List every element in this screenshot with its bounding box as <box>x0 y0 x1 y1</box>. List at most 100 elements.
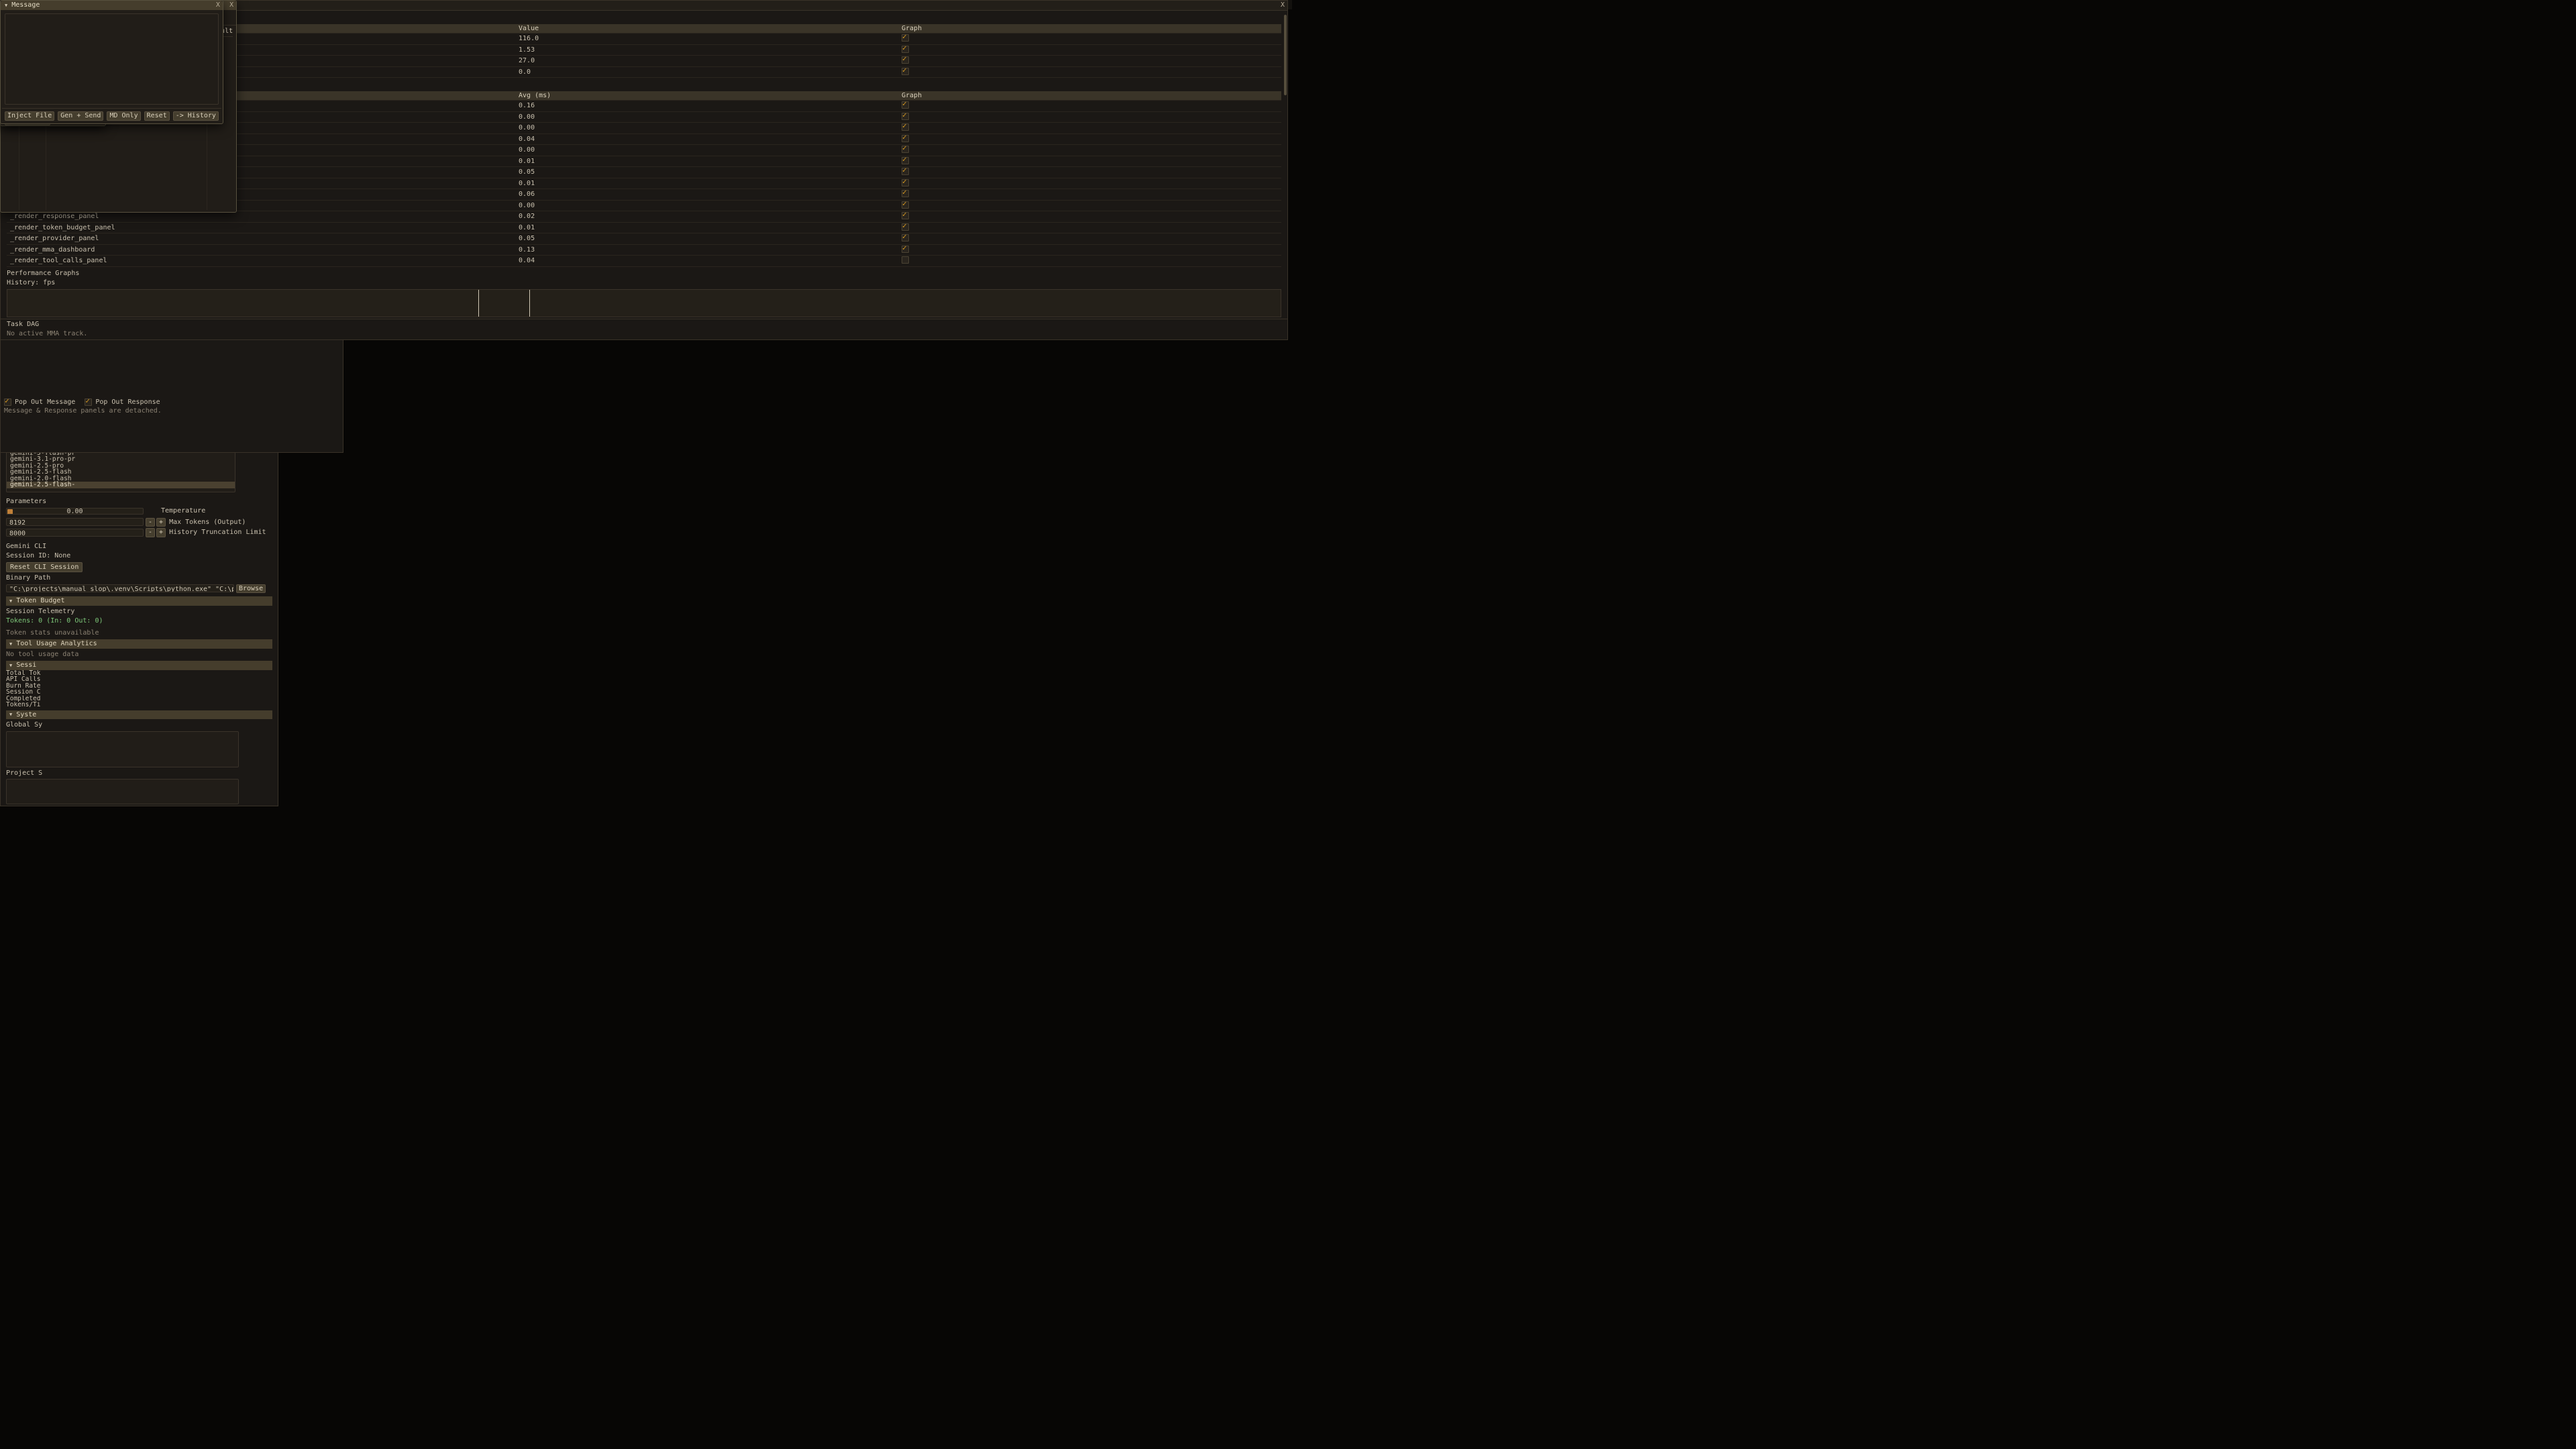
max-tokens-label: Max Tokens (Output) <box>169 519 246 527</box>
diag-graph-cell <box>898 66 1281 78</box>
binary-path-input[interactable]: "C:\projects\manual_slop\.venv\Scripts\p… <box>6 584 234 592</box>
diagnostics-scrollbar[interactable] <box>1284 15 1287 95</box>
graph-toggle-checkbox[interactable] <box>902 190 909 197</box>
session-telemetry-label: Session Telemetry <box>6 608 272 616</box>
max-tokens-input[interactable]: 8192 <box>6 518 144 526</box>
close-icon[interactable]: X <box>216 1 220 10</box>
graph-toggle-checkbox[interactable] <box>902 46 909 53</box>
diag-column: Value <box>515 24 898 34</box>
diag-metric-value: 0.01 <box>515 178 898 189</box>
diag-metric-value: 0.01 <box>515 222 898 233</box>
fps-history-graph <box>7 289 1281 317</box>
diag-metric-value: 0.00 <box>515 123 898 134</box>
graph-toggle-checkbox[interactable] <box>902 157 909 164</box>
diag-metric-value: 116.0 <box>515 34 898 45</box>
message-action-button[interactable]: -> History <box>173 111 219 121</box>
diag-metric-value: 0.00 <box>515 145 898 156</box>
diag-row: _render_mma_dashboard0.13 <box>7 244 1281 256</box>
diag-graph-cell <box>898 233 1281 245</box>
message-action-button[interactable]: Inject File <box>5 111 54 121</box>
diag-row: _render_provider_panel0.05 <box>7 233 1281 245</box>
checkbox-icon <box>4 398 11 406</box>
session-insights-header[interactable]: ▼Sessi <box>6 661 272 670</box>
project-system-textarea[interactable] <box>6 779 239 804</box>
diag-column: Graph <box>898 24 1281 34</box>
diag-column: Graph <box>898 91 1281 101</box>
diag-graph-cell <box>898 133 1281 145</box>
diag-metric-name: _render_mma_dashboard <box>7 244 515 256</box>
graph-toggle-checkbox[interactable] <box>902 212 909 219</box>
collapse-icon[interactable]: ▼ <box>5 3 7 8</box>
diag-metric-value: 27.0 <box>515 56 898 67</box>
max-tokens-plus-button[interactable]: + <box>156 518 166 527</box>
detached-note: Message & Response panels are detached. <box>4 407 162 415</box>
graph-toggle-checkbox[interactable] <box>902 146 909 153</box>
performance-graphs-label: Performance Graphs <box>7 270 1281 278</box>
diag-graph-cell <box>898 256 1281 267</box>
graph-toggle-checkbox[interactable] <box>902 101 909 109</box>
graph-toggle-checkbox[interactable] <box>902 168 909 175</box>
graph-toggle-checkbox[interactable] <box>902 179 909 186</box>
history-limit-plus-button[interactable]: + <box>156 528 166 537</box>
tokens-count: Tokens: 0 (In: 0 Out: 0) <box>6 617 272 625</box>
panel-close-icon[interactable]: X <box>1281 1 1285 10</box>
graph-toggle-checkbox[interactable] <box>902 56 909 64</box>
temperature-slider[interactable]: 0.00 <box>6 508 144 515</box>
tool-usage-header[interactable]: ▼Tool Usage Analytics <box>6 639 272 649</box>
diag-row: _render_tool_calls_panel0.04 <box>7 256 1281 267</box>
diag-graph-cell <box>898 111 1281 123</box>
max-tokens-minus-button[interactable]: - <box>146 518 155 527</box>
graph-toggle-checkbox[interactable] <box>902 135 909 142</box>
message-action-button[interactable]: Reset <box>144 111 170 121</box>
popout-message-checkbox[interactable]: Pop Out Message <box>4 398 75 407</box>
session-metric-label: Total Tok <box>6 670 272 677</box>
message-textarea[interactable] <box>5 13 219 105</box>
session-metric-label: Burn Rate <box>6 683 272 690</box>
graph-toggle-checkbox[interactable] <box>902 223 909 231</box>
diag-row: _render_response_panel0.02 <box>7 211 1281 223</box>
graph-toggle-checkbox[interactable] <box>902 34 909 42</box>
message-action-button[interactable]: MD Only <box>107 111 140 121</box>
graph-toggle-checkbox[interactable] <box>902 234 909 241</box>
graph-toggle-checkbox[interactable] <box>902 256 909 264</box>
tool-usage-empty: No tool usage data <box>6 651 272 659</box>
diag-graph-cell <box>898 44 1281 56</box>
binary-browse-button[interactable]: Browse <box>236 584 266 594</box>
diag-metric-value: 0.05 <box>515 167 898 178</box>
reset-cli-session-button[interactable]: Reset CLI Session <box>6 562 83 573</box>
model-list-item[interactable]: gemini-2.5-flash- <box>7 482 235 488</box>
diag-metric-value: 1.53 <box>515 44 898 56</box>
system-prompts-header[interactable]: ▼Syste <box>6 710 272 720</box>
token-budget-header[interactable]: ▼Token Budget <box>6 596 272 606</box>
history-limit-label: History Truncation Limit <box>169 529 266 537</box>
diag-metric-value: 0.16 <box>515 101 898 112</box>
session-metric-label: Session C <box>6 689 272 696</box>
message-action-button[interactable]: Gen + Send <box>58 111 103 121</box>
graph-toggle-checkbox[interactable] <box>902 123 909 131</box>
graph-toggle-checkbox[interactable] <box>902 246 909 253</box>
session-id-label: Session ID: None <box>6 552 272 560</box>
diag-graph-cell <box>898 123 1281 134</box>
close-icon[interactable]: X <box>229 1 233 10</box>
message-titlebar[interactable]: ▼ Message X <box>1 1 223 10</box>
history-metric-label: History: fps <box>7 279 1281 287</box>
diag-graph-cell <box>898 222 1281 233</box>
global-system-label: Global Sy <box>6 721 272 729</box>
graph-toggle-checkbox[interactable] <box>902 113 909 120</box>
checkbox-icon <box>85 398 92 406</box>
history-limit-minus-button[interactable]: - <box>146 528 155 537</box>
global-system-textarea[interactable] <box>6 731 239 767</box>
parameters-label: Parameters <box>6 498 272 506</box>
graph-toggle-checkbox[interactable] <box>902 201 909 209</box>
diag-metric-name: _render_response_panel <box>7 211 515 223</box>
model-list: gemini-3-flash-prgemini-3.1-pro-prgemini… <box>6 448 235 492</box>
graph-toggle-checkbox[interactable] <box>902 68 909 75</box>
diag-metric-name: _render_tool_calls_panel <box>7 256 515 267</box>
diag-metric-value: 0.06 <box>515 189 898 201</box>
gemini-cli-label: Gemini CLI <box>6 543 272 551</box>
diag-metric-value: 0.04 <box>515 133 898 145</box>
task-dag-label: Task DAG <box>7 321 1281 329</box>
history-limit-input[interactable]: 8000 <box>6 529 144 537</box>
diag-metric-value: 0.00 <box>515 111 898 123</box>
popout-response-checkbox[interactable]: Pop Out Response <box>85 398 160 407</box>
